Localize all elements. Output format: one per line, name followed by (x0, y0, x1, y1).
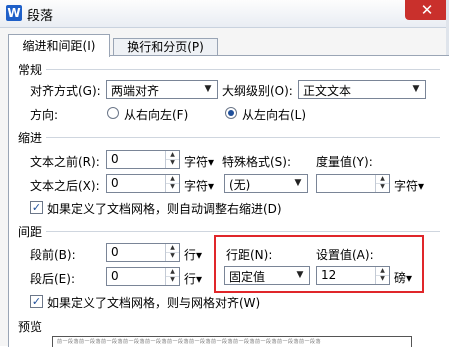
section-spacing-title: 间距 (18, 225, 43, 239)
preview-box: 前一段落前一段落前一段落前一段落前一段落前一段落前一段落前一段落前一段落前一段落… (52, 336, 412, 347)
section-indent-title: 缩进 (18, 131, 43, 145)
space-before-label: 段前(B): (30, 248, 76, 262)
spin-down-icon[interactable]: ▼ (166, 183, 179, 191)
spin-down-icon[interactable]: ▼ (166, 276, 179, 284)
space-before-value: 0 (111, 245, 119, 259)
indent-after-unit[interactable]: 字符▾ (184, 177, 214, 194)
alignment-value: 两端对齐 (111, 84, 160, 98)
title-bar: W 段落 ✕ (0, 0, 449, 28)
chevron-down-icon: ▼ (204, 84, 212, 94)
alignment-select[interactable]: 两端对齐 ▼ (106, 80, 218, 99)
close-button[interactable]: ✕ (405, 0, 449, 20)
outline-level-value: 正文文本 (303, 84, 352, 98)
snap-to-grid-label[interactable]: 如果定义了文档网格，则与网格对齐(W) (47, 294, 260, 311)
space-before-spinner[interactable]: 0 ▲ ▼ (106, 243, 180, 262)
indent-before-spinner[interactable]: 0 ▲ ▼ (106, 150, 180, 169)
rtl-label[interactable]: 从右向左(F) (124, 106, 188, 123)
indent-by-label: 度量值(Y): (316, 155, 373, 169)
preview-sample-text: 前一段落前一段落前一段落前一段落前一段落前一段落前一段落前一段落前一段落前一段落… (57, 339, 322, 345)
space-before-unit[interactable]: 行▾ (184, 246, 202, 263)
outline-level-select[interactable]: 正文文本 ▼ (298, 80, 426, 99)
rtl-radio[interactable] (107, 107, 119, 119)
outline-level-label: 大纲级别(O): (222, 84, 293, 98)
tab-line-page-breaks[interactable]: 换行和分页(P) (113, 38, 218, 56)
auto-adjust-indent-label[interactable]: 如果定义了文档网格，则自动调整右缩进(D) (47, 200, 282, 217)
special-indent-label: 特殊格式(S): (222, 155, 292, 169)
spin-down-icon[interactable]: ▼ (376, 183, 389, 191)
dialog-title: 段落 (27, 9, 54, 24)
special-indent-value: (无) (229, 178, 251, 192)
section-preview-title: 预览 (18, 320, 43, 334)
indent-after-label: 文本之后(X): (30, 179, 100, 193)
indent-by-spinner[interactable]: ▲ ▼ (316, 174, 390, 193)
space-after-label: 段后(E): (30, 272, 75, 286)
indent-before-label: 文本之前(R): (30, 155, 100, 169)
indent-before-value: 0 (111, 152, 119, 166)
tab-indents-spacing[interactable]: 缩进和间距(I) (8, 34, 110, 57)
ltr-radio[interactable] (225, 107, 237, 119)
app-logo-icon: W (6, 5, 22, 21)
indent-after-value: 0 (111, 176, 119, 190)
indent-by-unit[interactable]: 字符▾ (394, 177, 424, 194)
spin-down-icon[interactable]: ▼ (166, 252, 179, 260)
ltr-label[interactable]: 从左向右(L) (242, 106, 306, 123)
direction-label: 方向: (30, 108, 59, 122)
chevron-down-icon: ▼ (412, 84, 420, 94)
space-after-unit[interactable]: 行▾ (184, 270, 202, 287)
auto-adjust-indent-checkbox[interactable]: ✓ (30, 201, 43, 214)
snap-to-grid-checkbox[interactable]: ✓ (30, 295, 43, 308)
section-divider (46, 231, 440, 232)
highlight-box (214, 235, 424, 293)
space-after-value: 0 (111, 269, 119, 283)
section-divider (46, 137, 440, 138)
indent-before-unit[interactable]: 字符▾ (184, 153, 214, 170)
chevron-down-icon: ▼ (294, 178, 302, 188)
alignment-label: 对齐方式(G): (30, 84, 101, 98)
indent-after-spinner[interactable]: 0 ▲ ▼ (106, 174, 180, 193)
special-indent-select[interactable]: (无) ▼ (224, 174, 308, 193)
section-general-title: 常规 (18, 63, 43, 77)
spin-down-icon[interactable]: ▼ (166, 159, 179, 167)
section-divider (46, 69, 440, 70)
space-after-spinner[interactable]: 0 ▲ ▼ (106, 267, 180, 286)
